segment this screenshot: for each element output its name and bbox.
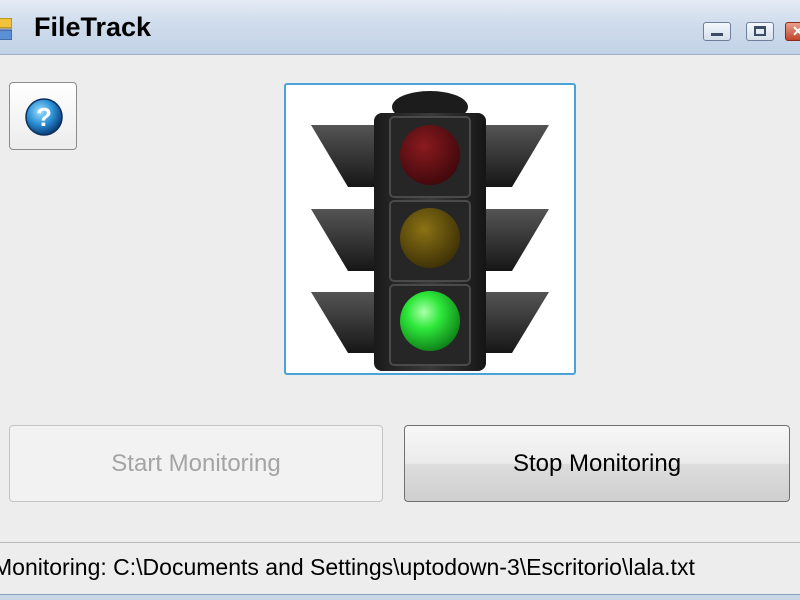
svg-text:?: ? bbox=[36, 102, 52, 132]
minimize-icon bbox=[711, 33, 723, 36]
maximize-button[interactable] bbox=[746, 22, 774, 41]
window-bottom-border bbox=[0, 594, 800, 600]
red-lamp bbox=[400, 125, 460, 185]
help-question-icon: ? bbox=[25, 98, 63, 136]
yellow-lamp bbox=[400, 208, 460, 268]
maximize-icon bbox=[754, 26, 766, 36]
status-bar: Monitoring: C:\Documents and Settings\up… bbox=[0, 542, 800, 595]
stop-monitoring-button[interactable]: Stop Monitoring bbox=[404, 425, 790, 502]
help-button[interactable]: ? bbox=[9, 82, 77, 150]
app-window: FileTrack ✕ ? Start Monitoring Stop Moni… bbox=[0, 0, 800, 600]
start-monitoring-button[interactable]: Start Monitoring bbox=[9, 425, 383, 502]
window-title: FileTrack bbox=[34, 12, 152, 42]
traffic-light-icon bbox=[311, 91, 549, 371]
green-lamp bbox=[400, 291, 460, 351]
title-bar[interactable]: FileTrack ✕ bbox=[0, 0, 800, 55]
close-icon: ✕ bbox=[792, 23, 800, 39]
status-light-frame bbox=[284, 83, 576, 375]
close-button[interactable]: ✕ bbox=[785, 22, 800, 41]
app-icon bbox=[0, 18, 12, 40]
minimize-button[interactable] bbox=[703, 22, 731, 41]
status-text: Monitoring: C:\Documents and Settings\up… bbox=[0, 554, 695, 580]
